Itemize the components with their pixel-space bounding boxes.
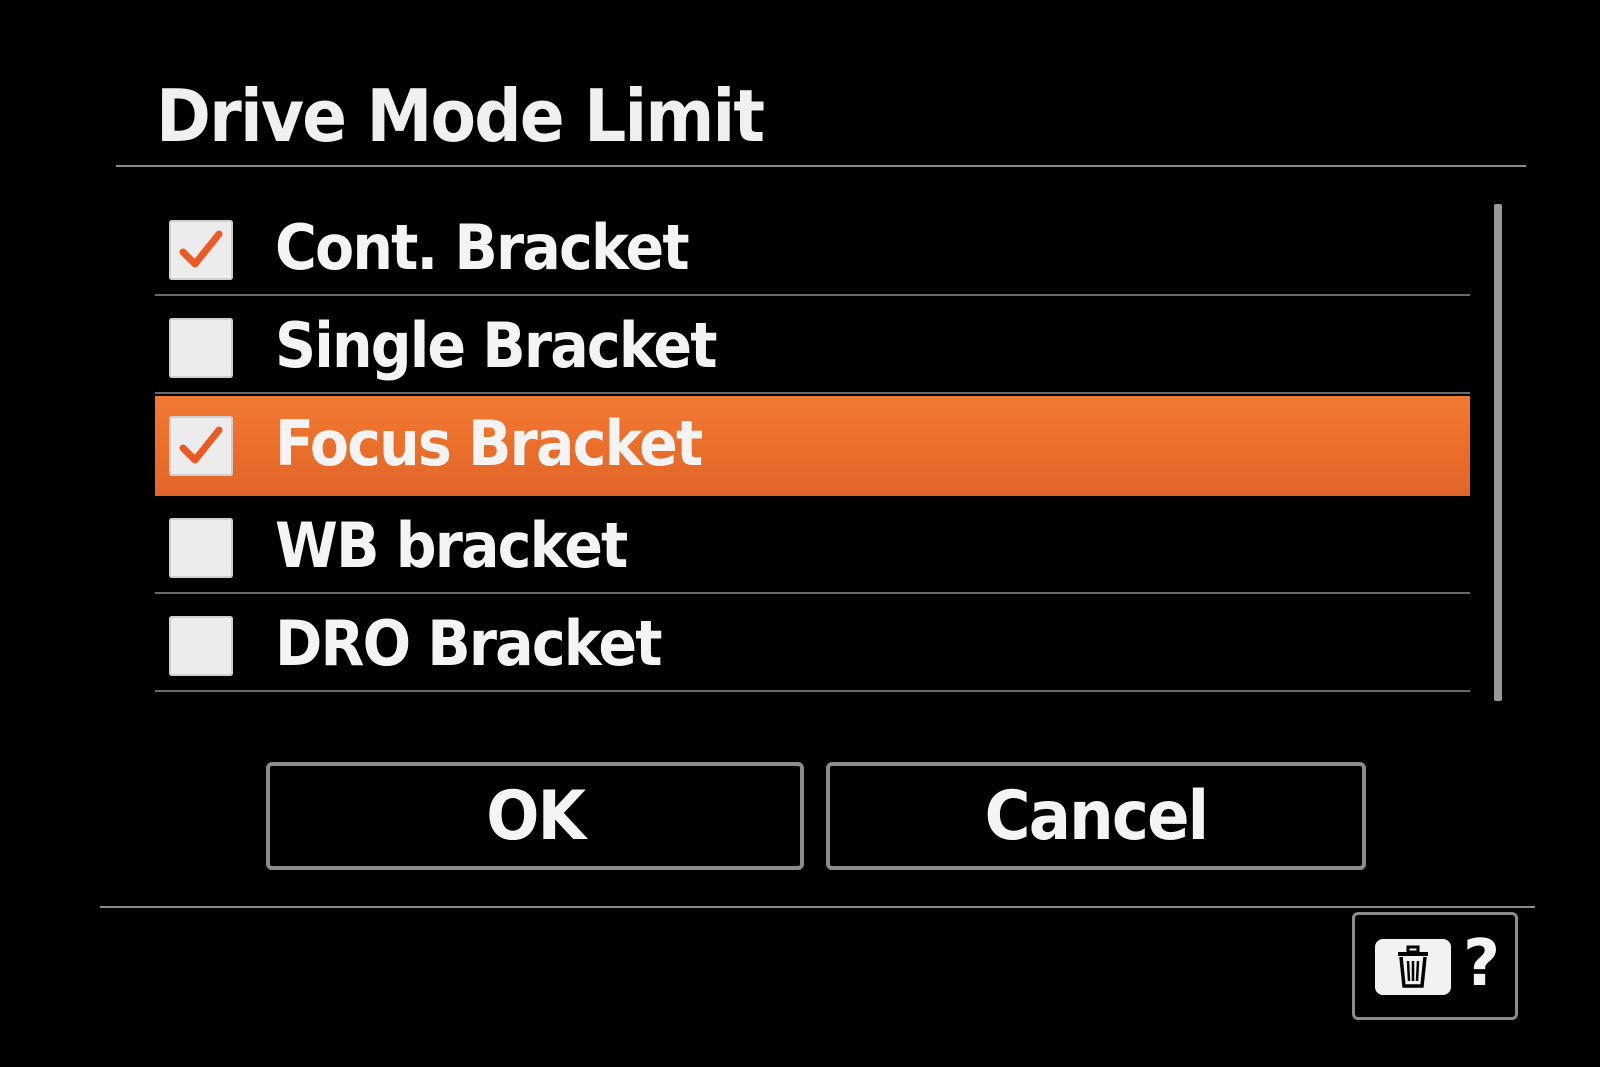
row-divider (155, 690, 1470, 692)
checkmark-icon (179, 230, 223, 268)
checkbox[interactable] (169, 518, 233, 578)
row-divider (155, 392, 1470, 394)
page-title: Drive Mode Limit (156, 74, 765, 158)
scrollbar[interactable] (1494, 204, 1502, 701)
list-item-label: WB bracket (275, 509, 628, 582)
help-question-mark: ? (1463, 927, 1501, 1001)
checkbox[interactable] (169, 416, 233, 476)
checkbox[interactable] (169, 220, 233, 280)
list-item-single-bracket[interactable]: Single Bracket (155, 298, 1470, 394)
list-item-cont-bracket[interactable]: Cont. Bracket (155, 200, 1470, 296)
row-divider (155, 294, 1470, 296)
checkbox[interactable] (169, 616, 233, 676)
checkmark-icon (179, 426, 223, 464)
trash-key (1375, 939, 1451, 995)
title-divider (116, 165, 1526, 167)
help-button[interactable]: ? (1352, 912, 1518, 1020)
row-divider (155, 592, 1470, 594)
cancel-button-label: Cancel (984, 776, 1209, 856)
checkbox[interactable] (169, 318, 233, 378)
list-item-dro-bracket[interactable]: DRO Bracket (155, 596, 1470, 692)
list-item-label: Focus Bracket (275, 407, 703, 480)
ok-button[interactable]: OK (266, 762, 804, 870)
ok-button-label: OK (486, 776, 586, 856)
footer-divider (100, 906, 1535, 908)
cancel-button[interactable]: Cancel (826, 762, 1366, 870)
trash-icon (1398, 945, 1428, 988)
list-item-label: Cont. Bracket (275, 211, 690, 284)
list-item-focus-bracket[interactable]: Focus Bracket (155, 396, 1470, 496)
list-item-label: Single Bracket (275, 309, 718, 382)
list-item-wb-bracket[interactable]: WB bracket (155, 498, 1470, 594)
list-item-label: DRO Bracket (275, 607, 662, 680)
